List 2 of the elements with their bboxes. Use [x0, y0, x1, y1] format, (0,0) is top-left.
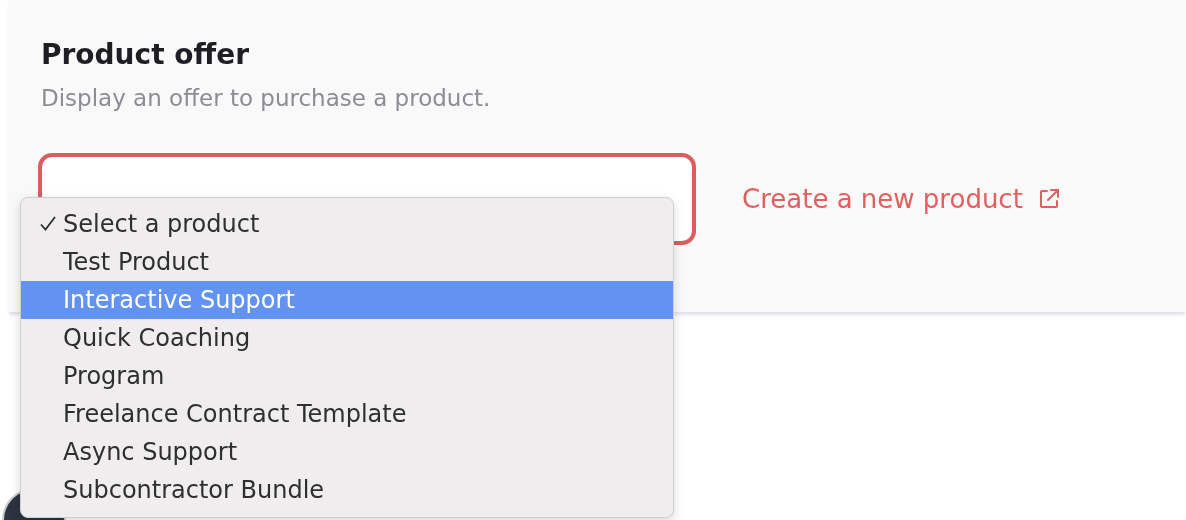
section-title: Product offer [41, 38, 250, 71]
section-description: Display an offer to purchase a product. [41, 85, 492, 111]
